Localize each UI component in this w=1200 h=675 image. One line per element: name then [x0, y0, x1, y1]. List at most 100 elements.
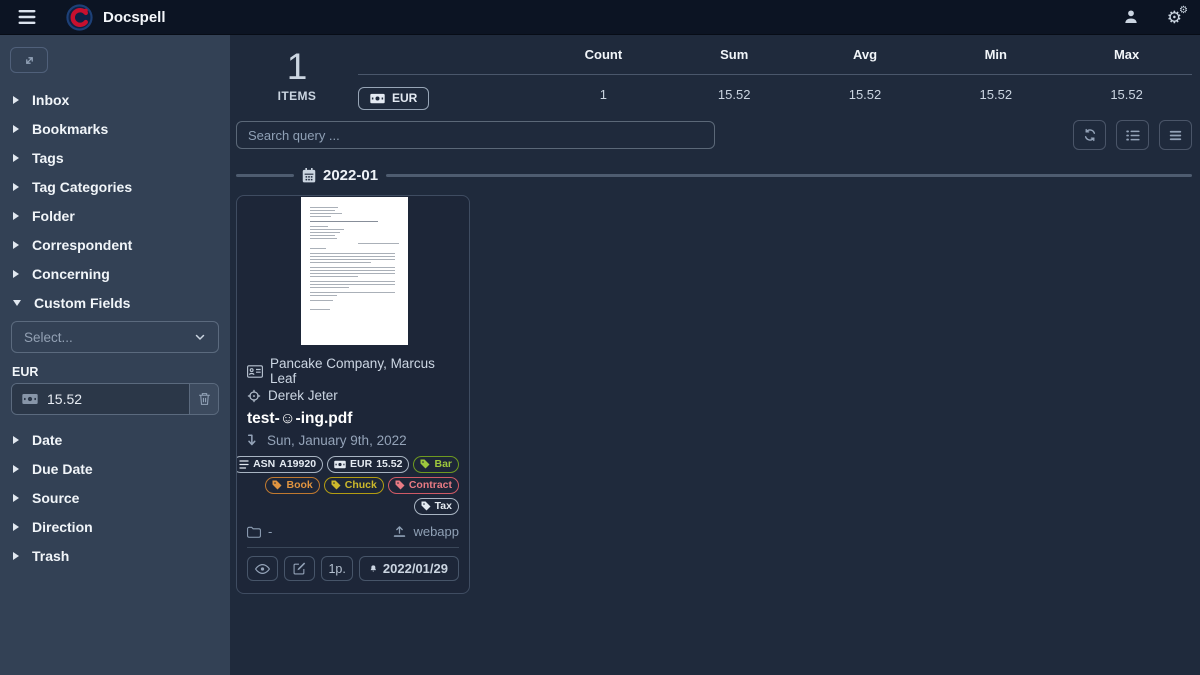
- sidebar-item-custom-fields[interactable]: Custom Fields: [0, 288, 230, 317]
- custom-field-eur-group: [11, 383, 219, 415]
- remove-field-button[interactable]: [189, 384, 218, 414]
- address-card-icon: [247, 365, 263, 378]
- app-brand[interactable]: Docspell: [66, 4, 166, 31]
- stats-table: Count Sum Avg Min Max EUR 1 15.52 15.52 …: [358, 41, 1192, 110]
- month-text: 2022-01: [323, 167, 378, 184]
- upload-icon: [393, 525, 406, 538]
- select-placeholder: Select...: [24, 330, 73, 345]
- trash-icon: [198, 392, 211, 406]
- source-info: webapp: [393, 524, 459, 539]
- tag-icon: [420, 459, 430, 469]
- calendar-icon: [302, 168, 316, 183]
- sidebar-item-due-date[interactable]: Due Date: [0, 454, 230, 483]
- settings-icon[interactable]: ⚙⚙: [1167, 9, 1182, 26]
- sidebar-item-label: Due Date: [32, 461, 93, 477]
- search-bar-row: [236, 120, 1192, 150]
- currency-label: EUR: [392, 91, 417, 105]
- item-card[interactable]: Pancake Company, Marcus Leaf Derek Jeter…: [236, 195, 470, 594]
- page-count-button[interactable]: 1p.: [321, 556, 353, 581]
- asn-badge: ASN A19920: [236, 456, 323, 473]
- sidebar-item-folder[interactable]: Folder: [0, 201, 230, 230]
- stats-cell-count: 1: [538, 74, 669, 110]
- sidebar-item-direction[interactable]: Direction: [0, 512, 230, 541]
- main-content: 1 ITEMS Count Sum Avg Min Max EUR: [230, 35, 1200, 675]
- tag-badge: Book: [265, 477, 319, 494]
- user-account-icon[interactable]: [1123, 9, 1139, 25]
- item-thumbnail[interactable]: [237, 196, 469, 346]
- caret-right-icon: [13, 241, 19, 249]
- preview-button[interactable]: [247, 556, 278, 581]
- source-name: webapp: [413, 524, 459, 539]
- caret-right-icon: [13, 154, 19, 162]
- item-title: test-☺-ing.pdf: [247, 410, 459, 428]
- sidebar-item-concerning[interactable]: Concerning: [0, 259, 230, 288]
- sidebar-item-label: Bookmarks: [32, 121, 108, 137]
- stats-header-avg: Avg: [800, 41, 931, 74]
- correspondent-name: Pancake Company, Marcus Leaf: [270, 356, 459, 386]
- badge-row: ASN A19920 EUR 15.52: [247, 456, 459, 473]
- eur-value-input[interactable]: [47, 391, 179, 407]
- tag-badge: Tax: [414, 498, 459, 515]
- expand-collapse-button[interactable]: [10, 47, 48, 73]
- stats-header-empty: [358, 41, 538, 74]
- divider-line: [236, 174, 294, 177]
- caret-right-icon: [13, 96, 19, 104]
- caret-right-icon: [13, 183, 19, 191]
- stats-header-sum: Sum: [669, 41, 800, 74]
- item-date: Sun, January 9th, 2022: [267, 433, 407, 448]
- search-input[interactable]: [236, 121, 715, 149]
- stats-cell-avg: 15.52: [800, 74, 931, 110]
- correspondent-row: Pancake Company, Marcus Leaf: [247, 356, 459, 386]
- eye-icon: [255, 563, 270, 575]
- stats-cell-sum: 15.52: [669, 74, 800, 110]
- caret-right-icon: [13, 494, 19, 502]
- sidebar-item-label: Source: [32, 490, 79, 506]
- badge-row: Book Chuck Contract: [247, 477, 459, 494]
- caret-right-icon: [13, 436, 19, 444]
- custom-field-eur-label: EUR: [12, 365, 230, 379]
- stats-cell-min: 15.52: [930, 74, 1061, 110]
- badge-rows: ASN A19920 EUR 15.52: [247, 456, 459, 515]
- tag-icon: [272, 480, 282, 490]
- custom-field-select[interactable]: Select...: [11, 321, 219, 353]
- menu-view-button[interactable]: [1159, 120, 1192, 150]
- sidebar-item-inbox[interactable]: Inbox: [0, 85, 230, 114]
- stats-currency-cell: EUR: [358, 74, 538, 110]
- list-view-button[interactable]: [1116, 120, 1149, 150]
- bell-icon: [370, 562, 377, 575]
- edit-icon: [293, 562, 306, 575]
- sidebar-item-label: Inbox: [32, 92, 69, 108]
- tag-icon: [395, 480, 405, 490]
- refresh-button[interactable]: [1073, 120, 1106, 150]
- folder-name: -: [268, 524, 272, 539]
- search-stats: 1 ITEMS Count Sum Avg Min Max EUR: [236, 41, 1192, 110]
- edit-button[interactable]: [284, 556, 315, 581]
- divider-line: [386, 174, 1192, 177]
- sidebar-item-tags[interactable]: Tags: [0, 143, 230, 172]
- hamburger-menu-icon[interactable]: [18, 9, 36, 25]
- sidebar-item-label: Tag Categories: [32, 179, 132, 195]
- due-date-button[interactable]: 2022/01/29: [359, 556, 459, 581]
- list-icon: [1126, 129, 1140, 142]
- stats-cell-max: 15.52: [1061, 74, 1192, 110]
- sidebar-item-source[interactable]: Source: [0, 483, 230, 512]
- sidebar-item-label: Correspondent: [32, 237, 132, 253]
- items-label: ITEMS: [236, 89, 358, 103]
- sidebar-item-date[interactable]: Date: [0, 425, 230, 454]
- card-footer: 1p. 2022/01/29: [247, 547, 459, 589]
- badge-row: Tax: [247, 498, 459, 515]
- caret-right-icon: [13, 125, 19, 133]
- currency-badge: EUR: [358, 87, 429, 110]
- sidebar-item-label: Direction: [32, 519, 93, 535]
- sidebar-item-tag-categories[interactable]: Tag Categories: [0, 172, 230, 201]
- top-navbar: Docspell ⚙⚙: [0, 0, 1200, 35]
- tag-badge: Contract: [388, 477, 459, 494]
- money-bill-icon: [22, 393, 38, 405]
- sidebar-item-correspondent[interactable]: Correspondent: [0, 230, 230, 259]
- sidebar-item-bookmarks[interactable]: Bookmarks: [0, 114, 230, 143]
- money-bill-icon: [370, 93, 385, 104]
- caret-down-icon: [13, 300, 21, 306]
- caret-right-icon: [13, 270, 19, 278]
- sidebar-item-trash[interactable]: Trash: [0, 541, 230, 570]
- card-body: Pancake Company, Marcus Leaf Derek Jeter…: [237, 346, 469, 593]
